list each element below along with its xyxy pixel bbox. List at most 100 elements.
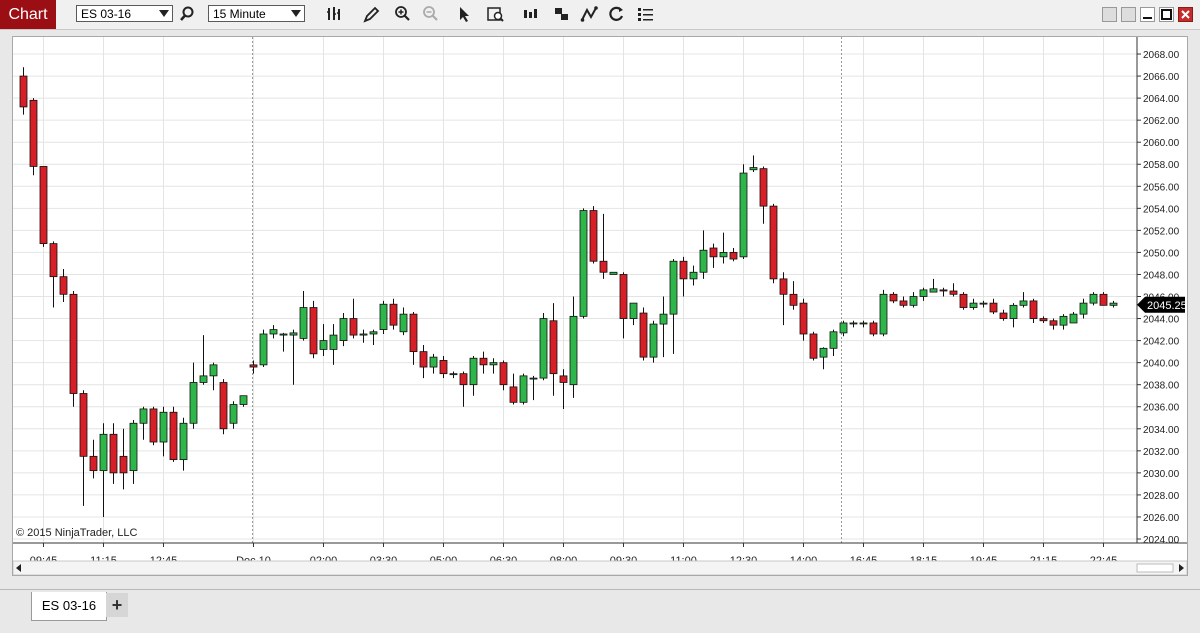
candle-body: [719, 252, 728, 258]
candle-body: [659, 313, 668, 325]
candle: [469, 356, 478, 396]
minimize-icon[interactable]: [1140, 7, 1155, 22]
candle-body: [569, 315, 578, 386]
strategy-icon[interactable]: [580, 5, 600, 25]
candle: [279, 332, 288, 352]
pencil-icon[interactable]: [362, 5, 382, 25]
candle: [1069, 311, 1078, 324]
zoom-out-icon[interactable]: [421, 5, 441, 25]
interval-select[interactable]: 15 Minute: [208, 5, 305, 22]
candle: [859, 320, 868, 328]
candle: [219, 379, 228, 435]
candle: [889, 292, 898, 304]
candle-body: [889, 293, 898, 302]
candle: [539, 313, 548, 381]
candle-body: [199, 375, 208, 383]
interval-value: 15 Minute: [213, 7, 266, 21]
close-icon[interactable]: [1178, 7, 1193, 22]
candle: [19, 67, 28, 115]
candle: [349, 298, 358, 339]
candle: [649, 320, 658, 363]
candle: [329, 324, 338, 365]
tile-icon[interactable]: [1121, 7, 1136, 22]
price-chart[interactable]: 2024.00 2026.00 2028.00 2030.00 2032.00 2034.…: [12, 37, 1188, 576]
data-box-icon[interactable]: [486, 5, 506, 25]
scrollbar-track: [12, 560, 1188, 576]
candle-body: [109, 433, 118, 474]
candle-body: [499, 362, 508, 386]
candle-body: [479, 357, 488, 366]
y-tick-label: 2048.00: [1143, 270, 1180, 281]
candle-body: [789, 293, 798, 306]
y-tick-label: 2024.00: [1143, 535, 1180, 546]
candle: [149, 406, 158, 446]
restore-down-icon[interactable]: [1102, 7, 1117, 22]
candle: [289, 329, 298, 385]
candle: [229, 401, 238, 429]
bar-spacing-icon[interactable]: [522, 5, 542, 25]
horizontal-scrollbar[interactable]: [12, 560, 1188, 576]
candle-body: [629, 302, 638, 319]
candle-body: [179, 422, 188, 461]
properties-icon[interactable]: [636, 5, 656, 25]
copyright-text: © 2015 NinjaTrader, LLC: [16, 527, 137, 539]
candle-body: [389, 303, 398, 326]
instrument-select[interactable]: ES 03-16: [76, 5, 173, 22]
reload-icon[interactable]: [607, 5, 627, 25]
pointer-icon[interactable]: [455, 5, 475, 25]
candle-body: [939, 289, 948, 292]
candle-body: [279, 333, 288, 336]
candle-body: [879, 293, 888, 335]
candle-body: [119, 455, 128, 474]
candle: [389, 298, 398, 330]
candle-body: [129, 422, 138, 472]
candle-body: [229, 404, 238, 424]
candle: [169, 406, 178, 462]
candle: [689, 265, 698, 286]
candle: [1079, 298, 1088, 319]
search-icon[interactable]: [178, 5, 198, 25]
candle: [919, 287, 928, 301]
zoom-in-icon[interactable]: [393, 5, 413, 25]
candle: [449, 371, 458, 379]
candle: [739, 164, 748, 260]
maximize-icon[interactable]: [1159, 7, 1174, 22]
candle-body: [729, 252, 738, 260]
candle-body: [429, 356, 438, 368]
candle-body: [849, 322, 858, 325]
grid: [13, 37, 1137, 543]
candle: [509, 373, 518, 405]
candle: [599, 213, 608, 279]
candle-body: [999, 312, 1008, 319]
candle: [899, 296, 908, 308]
y-tick-label: 2050.00: [1143, 248, 1180, 259]
candle: [499, 360, 508, 391]
bars-type-icon[interactable]: [325, 5, 345, 25]
candle: [999, 309, 1008, 321]
last-price-label: 2045.25: [1147, 300, 1187, 312]
candle-body: [1069, 313, 1078, 324]
candle: [369, 329, 378, 346]
stack-icon[interactable]: [553, 5, 573, 25]
candle-body: [209, 364, 218, 377]
candle: [729, 248, 738, 262]
candle: [929, 278, 938, 293]
candle-body: [869, 322, 878, 335]
candle-body: [219, 382, 228, 430]
candle: [709, 243, 718, 268]
chevron-down-icon: [291, 10, 301, 17]
y-tick-label: 2028.00: [1143, 491, 1180, 502]
candle: [529, 375, 538, 401]
candle-body: [169, 411, 178, 461]
add-tab-button[interactable]: +: [106, 593, 128, 617]
candle: [309, 300, 318, 359]
chart-toolbar: Chart ES 03-16 15 Minute: [0, 0, 1200, 30]
candle: [569, 296, 578, 398]
candle-body: [769, 205, 778, 280]
candle-body: [149, 408, 158, 443]
candle: [409, 311, 418, 365]
candle-body: [669, 260, 678, 315]
candle: [1029, 298, 1038, 323]
candle-body: [419, 351, 428, 368]
tab-es-03-16[interactable]: ES 03-16: [31, 592, 107, 621]
